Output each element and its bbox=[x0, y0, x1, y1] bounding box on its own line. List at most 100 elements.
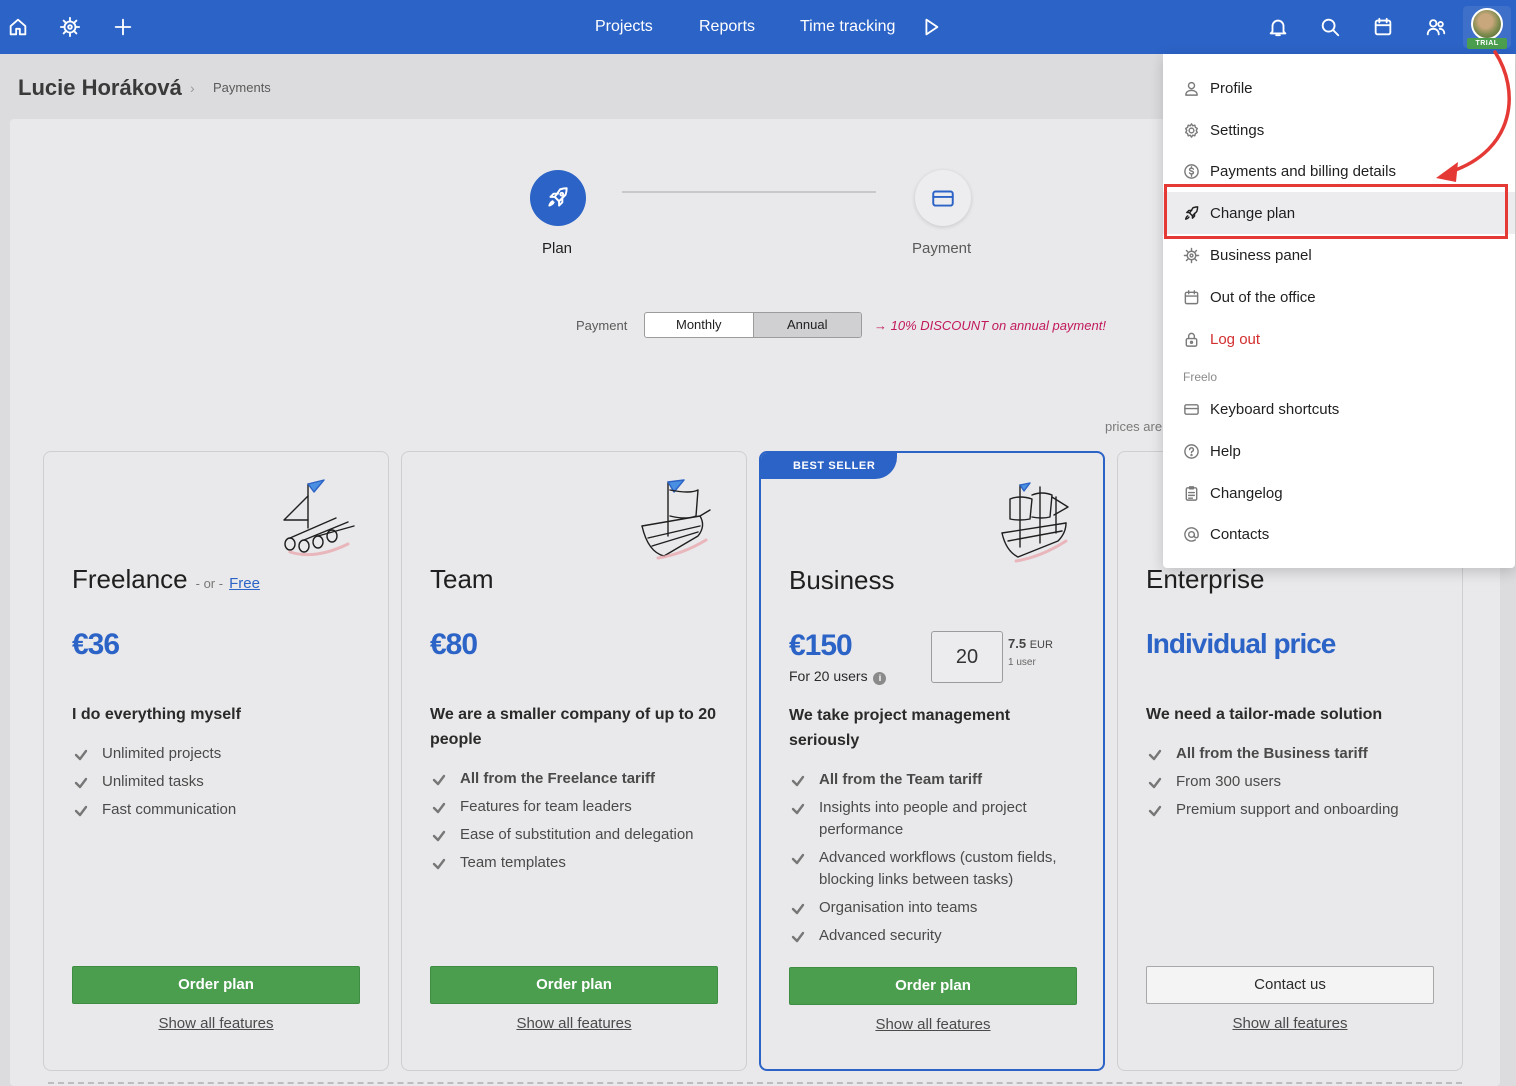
help-icon bbox=[1183, 443, 1200, 460]
feature-item: All from the Business tariff bbox=[1146, 743, 1442, 765]
nav-projects[interactable]: Projects bbox=[595, 18, 653, 36]
plan-name: Freelance - or - Free bbox=[72, 564, 260, 594]
contact-us-button[interactable]: Contact us bbox=[1146, 966, 1434, 1004]
feature-list: Unlimited projects Unlimited tasks Fast … bbox=[72, 743, 368, 827]
nav-reports[interactable]: Reports bbox=[699, 18, 755, 36]
feature-item: From 300 users bbox=[1146, 771, 1442, 793]
billing-monthly[interactable]: Monthly bbox=[645, 313, 753, 337]
info-icon[interactable]: i bbox=[873, 672, 887, 685]
play-icon[interactable] bbox=[917, 13, 945, 41]
billing-annual[interactable]: Annual bbox=[752, 313, 861, 337]
user-quantity-input[interactable]: 20 bbox=[931, 631, 1003, 683]
feature-item: All from the Team tariff bbox=[789, 769, 1079, 791]
check-icon bbox=[74, 803, 88, 817]
avatar-image bbox=[1471, 8, 1503, 40]
plan-headline: I do everything myself bbox=[72, 706, 241, 723]
rocket-icon bbox=[548, 187, 568, 207]
menu-item-business-panel[interactable]: Business panel bbox=[1163, 234, 1515, 276]
feature-item: Insights into people and project perform… bbox=[789, 797, 1079, 841]
check-icon bbox=[432, 856, 446, 870]
search-icon[interactable] bbox=[1316, 13, 1344, 41]
check-icon bbox=[791, 773, 805, 787]
show-all-features-link[interactable]: Show all features bbox=[789, 1016, 1077, 1033]
menu-item-log-out[interactable]: Log out bbox=[1163, 318, 1515, 360]
plan-card-business: BEST SELLER Business €150 For 20 users i… bbox=[759, 451, 1105, 1071]
check-icon bbox=[432, 828, 446, 842]
nav-time-tracking[interactable]: Time tracking bbox=[800, 18, 895, 36]
bell-icon[interactable] bbox=[1264, 13, 1292, 41]
calendar-icon[interactable] bbox=[1369, 13, 1397, 41]
show-all-features-link[interactable]: Show all features bbox=[72, 1015, 360, 1032]
calendar-icon bbox=[1183, 289, 1200, 306]
feature-item: Fast communication bbox=[72, 799, 368, 821]
step-connector bbox=[622, 191, 876, 193]
plan-headline: We are a smaller company of up to 20 peo… bbox=[430, 706, 717, 748]
plus-icon[interactable] bbox=[109, 13, 137, 41]
plan-name: Business bbox=[789, 565, 895, 595]
at-icon bbox=[1183, 526, 1200, 543]
check-icon bbox=[1148, 775, 1162, 789]
raft-illustration bbox=[270, 476, 362, 568]
order-plan-button[interactable]: Order plan bbox=[789, 967, 1077, 1005]
clipboard-icon bbox=[1183, 485, 1200, 502]
wheel-icon[interactable] bbox=[56, 13, 84, 41]
order-plan-button[interactable]: Order plan bbox=[72, 966, 360, 1004]
menu-item-keyboard-shortcuts[interactable]: Keyboard shortcuts bbox=[1163, 388, 1515, 430]
menu-item-out-of-office[interactable]: Out of the office bbox=[1163, 276, 1515, 318]
step-payment bbox=[915, 170, 971, 226]
lock-icon bbox=[1183, 331, 1200, 348]
menu-item-changelog[interactable]: Changelog bbox=[1163, 472, 1515, 514]
breadcrumb-current: Payments bbox=[213, 80, 271, 95]
plan-headline: We take project management seriously bbox=[789, 707, 1011, 749]
users-icon[interactable] bbox=[1422, 13, 1450, 41]
keyboard-icon bbox=[1183, 401, 1200, 418]
step-payment-label: Payment bbox=[912, 240, 972, 257]
check-icon bbox=[791, 851, 805, 865]
dollar-icon bbox=[1183, 163, 1200, 180]
plan-name: Team bbox=[430, 564, 494, 594]
check-icon bbox=[791, 901, 805, 915]
feature-item: Advanced security bbox=[789, 925, 1079, 947]
order-plan-button[interactable]: Order plan bbox=[430, 966, 718, 1004]
plan-price: €36 bbox=[72, 628, 120, 661]
card-icon bbox=[932, 190, 954, 207]
best-seller-ribbon: BEST SELLER bbox=[761, 453, 897, 479]
billing-toggle: Monthly Annual bbox=[644, 312, 862, 338]
feature-item: Premium support and onboarding bbox=[1146, 799, 1442, 821]
show-all-features-link[interactable]: Show all features bbox=[430, 1015, 718, 1032]
plan-price: €150 bbox=[789, 629, 853, 662]
check-icon bbox=[1148, 747, 1162, 761]
plan-headline: We need a tailor-made solution bbox=[1146, 706, 1383, 723]
feature-list: All from the Team tariff Insights into p… bbox=[789, 769, 1079, 953]
billing-label: Payment bbox=[576, 318, 628, 333]
check-icon bbox=[74, 747, 88, 761]
trial-badge: TRIAL bbox=[1467, 38, 1507, 49]
feature-item: Team templates bbox=[430, 852, 726, 874]
plan-card-team: Team €80 We are a smaller company of up … bbox=[401, 451, 747, 1071]
check-icon bbox=[432, 772, 446, 786]
plan-price: Individual price bbox=[1146, 628, 1336, 659]
prices-note: prices are bbox=[1105, 419, 1163, 434]
plan-name: Enterprise bbox=[1146, 564, 1265, 594]
free-plan-link[interactable]: Free bbox=[229, 575, 260, 592]
divider bbox=[48, 1082, 1462, 1084]
feature-item: Features for team leaders bbox=[430, 796, 726, 818]
menu-item-contacts[interactable]: Contacts bbox=[1163, 513, 1515, 555]
feature-item: Unlimited projects bbox=[72, 743, 368, 765]
step-plan-label: Plan bbox=[542, 240, 573, 257]
home-icon[interactable] bbox=[4, 13, 32, 41]
page-title: Lucie Horáková bbox=[18, 75, 182, 100]
show-all-features-link[interactable]: Show all features bbox=[1146, 1015, 1434, 1032]
user-avatar[interactable]: TRIAL bbox=[1463, 6, 1511, 49]
per-user-price: 7.5 EUR 1 user bbox=[1008, 636, 1053, 668]
menu-item-help[interactable]: Help bbox=[1163, 430, 1515, 472]
discount-note: → 10% DISCOUNT on annual payment! bbox=[874, 318, 1106, 333]
menu-section-label: Freelo bbox=[1183, 370, 1218, 384]
top-navbar: Projects Reports Time tracking TRIAL bbox=[0, 0, 1516, 54]
feature-item: Advanced workflows (custom fields, block… bbox=[789, 847, 1079, 891]
plan-card-freelance: Freelance - or - Free €36 I do everything … bbox=[43, 451, 389, 1071]
plan-price: €80 bbox=[430, 628, 478, 661]
annotation-highlight-box bbox=[1164, 184, 1508, 239]
boat-illustration bbox=[628, 476, 720, 568]
step-plan bbox=[530, 170, 586, 226]
